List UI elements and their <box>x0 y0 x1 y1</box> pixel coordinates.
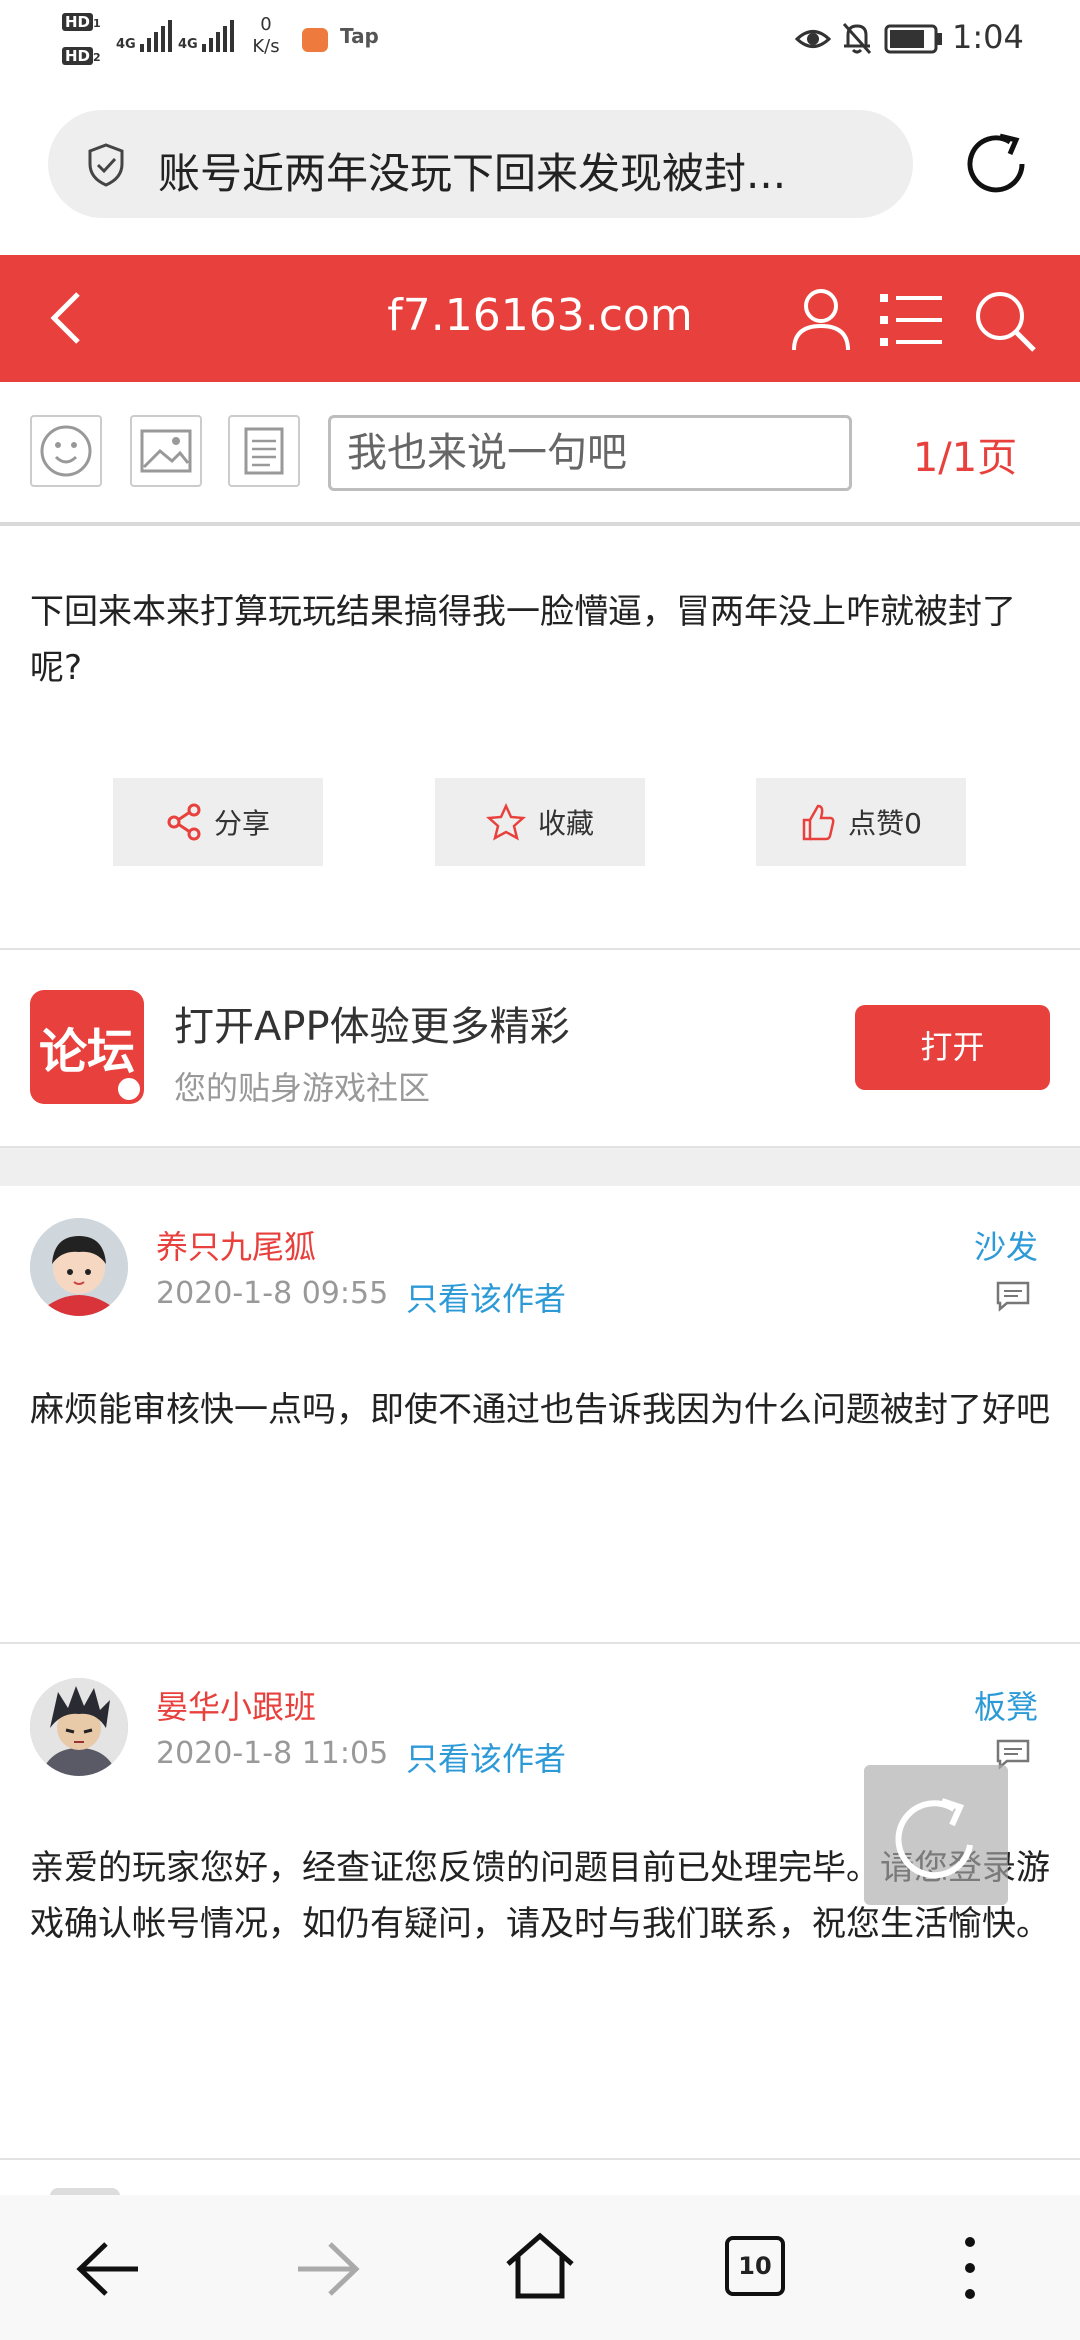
comment-icon[interactable] <box>995 1280 1031 1312</box>
only-author-link[interactable]: 只看该作者 <box>406 1734 566 1780</box>
clock: 1:04 <box>952 18 1024 56</box>
image-icon <box>140 429 192 473</box>
hd1-sub: 1 <box>93 17 101 30</box>
document-button[interactable] <box>228 415 300 487</box>
tap-app-label: Tap <box>340 24 379 48</box>
reply-input[interactable]: 我也来说一句吧 <box>328 415 852 491</box>
app-banner-subtitle: 您的贴身游戏社区 <box>174 1069 431 1107</box>
signal-2: 4G <box>178 20 234 52</box>
divider <box>0 948 1080 950</box>
reply-text: 麻烦能审核快一点吗，即使不通过也告诉我因为什么问题被封了好吧 <box>30 1390 1050 1430</box>
net-speed: 0 K/s <box>244 14 288 58</box>
avatar-cartoon-icon <box>30 1218 128 1316</box>
reply-username[interactable]: 养只九尾狐 <box>156 1222 316 1268</box>
share-icon <box>167 803 201 841</box>
thumbs-up-icon <box>802 804 835 841</box>
nav-back-icon[interactable] <box>74 2236 144 2302</box>
reply-date: 2020-1-8 09:55 <box>156 1276 389 1311</box>
toolbar-divider <box>0 522 1080 526</box>
list-menu-icon[interactable] <box>878 290 944 350</box>
eye-icon <box>795 30 831 48</box>
open-app-button[interactable]: 打开 <box>855 1005 1050 1090</box>
avatar-character-icon <box>30 1678 128 1776</box>
divider <box>0 1642 1080 1644</box>
hd1-badge: HD 1 <box>62 12 101 31</box>
address-bar-title[interactable]: 账号近两年没玩下回来发现被封... <box>158 140 786 201</box>
hd2-badge: HD 2 <box>62 46 101 65</box>
star-icon <box>485 803 526 841</box>
share-label: 分享 <box>213 807 270 840</box>
document-icon <box>244 427 284 475</box>
app-logo-badge-icon <box>116 1076 142 1102</box>
shield-check-icon <box>88 143 124 187</box>
network-type-2: 4G <box>178 37 198 52</box>
section-gap <box>0 1148 1080 1186</box>
tabs-button[interactable]: 10 <box>725 2236 785 2296</box>
tabs-count: 10 <box>738 2252 772 2280</box>
home-icon[interactable] <box>504 2230 576 2302</box>
hd2-sub: 2 <box>93 51 101 64</box>
battery-icon <box>884 24 942 54</box>
nav-forward-icon[interactable] <box>292 2236 362 2302</box>
tap-app-icon <box>302 28 328 52</box>
like-label: 点赞0 <box>848 807 922 840</box>
emoji-button[interactable] <box>30 415 102 487</box>
signal-bars-2-icon <box>201 20 234 52</box>
bell-off-icon <box>842 22 872 55</box>
signal-1: 4G <box>116 20 172 52</box>
more-menu-icon[interactable] <box>958 2232 982 2304</box>
image-button[interactable] <box>130 415 202 487</box>
app-logo[interactable]: 论坛 <box>30 990 144 1104</box>
avatar[interactable] <box>30 1678 128 1776</box>
search-icon[interactable] <box>972 288 1038 354</box>
only-author-link[interactable]: 只看该作者 <box>406 1274 566 1320</box>
reply-username[interactable]: 晏华小跟班 <box>156 1682 316 1728</box>
hd2-label: HD <box>62 47 94 65</box>
net-speed-value: 0 <box>260 14 272 35</box>
network-type-1: 4G <box>116 37 136 52</box>
net-speed-unit: K/s <box>252 36 280 57</box>
app-logo-text: 论坛 <box>38 1024 135 1080</box>
share-button[interactable]: 分享 <box>113 778 323 866</box>
avatar[interactable] <box>30 1218 128 1316</box>
reload-icon[interactable] <box>960 128 1032 200</box>
divider <box>0 2158 1080 2160</box>
main-post-text: 下回来本来打算玩玩结果搞得我一脸懵逼，冒两年没上咋就被封了呢? <box>30 592 1016 688</box>
signal-bars-1-icon <box>139 20 172 52</box>
status-bar: HD 1 HD 2 4G 4G 0 K/s Tap 1:04 <box>0 0 1080 80</box>
refresh-icon <box>895 1798 973 1879</box>
like-button[interactable]: 点赞0 <box>756 778 966 866</box>
favorite-label: 收藏 <box>537 807 594 840</box>
emoji-icon <box>40 425 92 477</box>
favorite-button[interactable]: 收藏 <box>435 778 645 866</box>
user-icon[interactable] <box>790 286 852 352</box>
floor-label: 板凳 <box>973 1688 1038 1726</box>
hd1-label: HD <box>62 13 94 31</box>
app-banner-title: 打开APP体验更多精彩 <box>174 1004 570 1050</box>
floor-label: 沙发 <box>973 1228 1038 1266</box>
refresh-float-button[interactable] <box>864 1765 1008 1905</box>
reply-date: 2020-1-8 11:05 <box>156 1736 389 1771</box>
page-indicator[interactable]: 1/1页 <box>880 425 1050 483</box>
